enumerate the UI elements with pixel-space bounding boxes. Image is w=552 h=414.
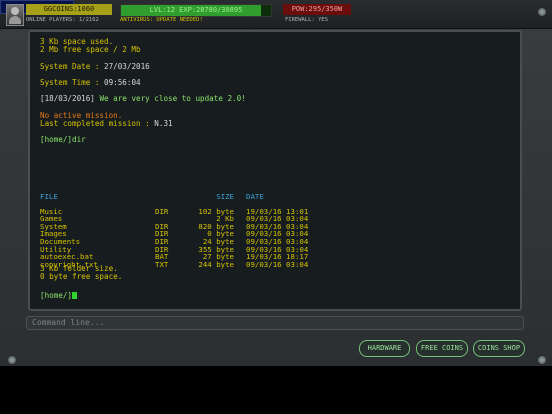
device-frame: GGCOINS:1060 ONLINE PLAYERS: 1/2162 LVL:…: [0, 0, 552, 366]
news-text: We are very close to update 2.0!: [94, 94, 246, 104]
screw-icon: [538, 8, 546, 16]
file-table-header: FILE SIZE DATE: [40, 193, 308, 201]
free-space-summary: 0 byte free space.: [40, 272, 123, 282]
power-meter: POW:295/350W: [283, 4, 351, 15]
terminal-screen[interactable]: 3 Kb space used. 2 Mb free space / 2 Mb …: [28, 30, 522, 311]
command-line-input[interactable]: Command line...: [26, 316, 524, 330]
system-time-value: 09:56:04: [104, 78, 141, 88]
terminal-output: 3 Kb space used. 2 Mb free space / 2 Mb …: [40, 37, 512, 145]
screw-icon: [538, 356, 546, 364]
folder-summary: 3 Kb folder size. 0 byte free space.: [40, 264, 123, 282]
system-date-label: System Date :: [40, 61, 105, 71]
column-header-date: DATE: [246, 192, 264, 201]
file-size: 244 byte: [198, 259, 234, 269]
avatar[interactable]: [6, 4, 24, 26]
file-date: 09/03/16 03:04: [246, 259, 309, 269]
file-listing-table: FILE SIZE DATE Music DIR 102 byte 19/03/16 …: [40, 193, 308, 268]
coins-shop-button[interactable]: COINS SHOP: [473, 340, 525, 357]
cursor-block: [72, 292, 78, 299]
antivirus-status: ANTIVIRUS: UPDATE NEEDED!: [120, 17, 203, 23]
dir-command: [home/]dir: [40, 135, 86, 145]
file-type: TXT: [155, 259, 169, 269]
firewall-status: FIREWALL: YES: [285, 17, 329, 23]
coins-counter: GGCOINS:1060: [26, 4, 112, 15]
system-date-value: 27/03/2016: [104, 61, 150, 71]
column-header-file: FILE: [40, 192, 58, 201]
free-space-line: 2 Mb free space / 2 Mb: [40, 45, 141, 55]
hardware-button[interactable]: HARDWARE: [359, 340, 410, 357]
status-bar: GGCOINS:1060 ONLINE PLAYERS: 1/2162 LVL:…: [0, 0, 552, 29]
last-mission-label: Last completed mission :: [40, 119, 155, 129]
command-prompt: [home/]: [40, 291, 78, 300]
news-date: [18/03/2016]: [40, 94, 95, 104]
free-coins-button[interactable]: FREE COINS: [416, 340, 468, 357]
last-mission-value: N.31: [154, 119, 173, 129]
file-type: DIR: [155, 206, 169, 216]
screw-icon: [8, 356, 16, 364]
system-time-label: System Time :: [40, 78, 105, 88]
column-header-size: SIZE: [216, 192, 234, 201]
online-players-label: ONLINE PLAYERS: 1/2162: [26, 17, 99, 23]
level-exp-label: LVL:12 EXP:28780/30895: [149, 6, 243, 14]
